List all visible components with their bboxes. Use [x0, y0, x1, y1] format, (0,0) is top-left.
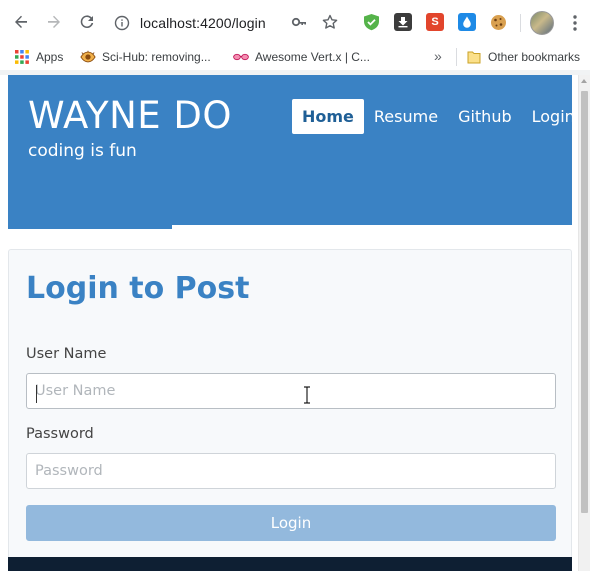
text-caret [36, 385, 37, 403]
s-extension-icon[interactable]: S [426, 13, 444, 31]
login-card: Login to Post User Name Password Login [8, 249, 572, 559]
username-input[interactable] [26, 373, 556, 409]
url-text[interactable]: localhost:4200/login [140, 15, 266, 31]
site-footer [8, 557, 572, 571]
nav-login[interactable]: Login [522, 99, 585, 134]
nav-home[interactable]: Home [292, 99, 364, 134]
key-icon[interactable] [290, 13, 308, 31]
bookmark-apps[interactable]: Apps [14, 48, 63, 66]
site-header: WAYNE DO coding is fun Home Resume Githu… [8, 75, 575, 225]
eye-icon [80, 49, 96, 65]
cookie-extension-icon[interactable] [489, 13, 507, 31]
shield-extension-icon[interactable] [362, 13, 380, 31]
back-button[interactable] [9, 10, 33, 34]
login-title: Login to Post [26, 271, 250, 306]
bookmark-other[interactable]: Other bookmarks [466, 48, 580, 66]
reload-button[interactable] [75, 10, 99, 34]
bookmarks-bar: Apps Sci-Hub: removing... Awesome Vert.x… [0, 44, 590, 70]
bookmark-label: Other bookmarks [488, 50, 581, 64]
glasses-icon [233, 49, 249, 65]
star-icon[interactable] [321, 13, 339, 31]
apps-grid-icon [14, 49, 30, 65]
folder-icon [466, 49, 482, 65]
nav-resume[interactable]: Resume [364, 99, 448, 134]
bookmark-awesome-vertx[interactable]: Awesome Vert.x | C... [233, 48, 370, 66]
site-brand[interactable]: WAYNE DO [28, 94, 232, 137]
nav-github[interactable]: Github [448, 99, 522, 134]
forward-arrow-icon [48, 15, 60, 28]
page-content: WAYNE DO coding is fun Home Resume Githu… [8, 75, 575, 571]
login-button[interactable]: Login [26, 505, 556, 541]
bookmarks-divider [456, 48, 457, 66]
scrollbar-thumb[interactable] [581, 91, 588, 513]
password-label: Password [26, 426, 94, 442]
drop-extension-icon[interactable] [458, 13, 476, 31]
toolbar-divider [520, 14, 521, 32]
bookmark-label: Awesome Vert.x | C... [255, 50, 370, 64]
info-icon[interactable] [114, 15, 130, 31]
bookmark-sci-hub[interactable]: Sci-Hub: removing... [80, 48, 211, 66]
reload-icon [80, 15, 94, 29]
bookmark-label: Sci-Hub: removing... [102, 50, 211, 64]
site-tagline: coding is fun [28, 141, 137, 161]
menu-dots-icon[interactable] [568, 13, 582, 33]
bookmark-label: Apps [36, 50, 64, 64]
header-underline-track [172, 225, 572, 229]
address-bar[interactable]: localhost:4200/login [104, 8, 352, 38]
site-nav: Home Resume Github Login [292, 99, 585, 134]
scroll-up-arrow-icon[interactable] [581, 79, 587, 83]
ibeam-cursor-icon [304, 386, 310, 404]
back-arrow-icon [15, 15, 27, 28]
username-label: User Name [26, 346, 107, 362]
header-underline [8, 225, 172, 229]
password-input[interactable] [26, 453, 556, 489]
profile-avatar[interactable] [530, 11, 554, 35]
forward-button[interactable] [42, 10, 66, 34]
browser-toolbar: localhost:4200/login S [0, 0, 590, 44]
bookmarks-overflow-chevron-icon[interactable]: » [434, 48, 442, 64]
download-extension-icon[interactable] [394, 13, 412, 31]
